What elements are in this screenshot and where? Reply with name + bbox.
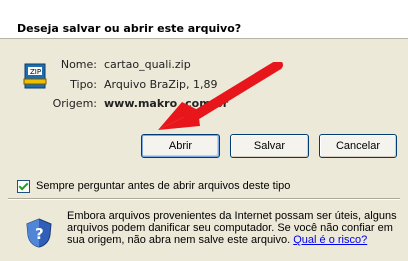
zip-file-icon: ZIP <box>23 63 47 89</box>
red-arrow-annotation <box>158 62 283 130</box>
always-ask-label[interactable]: Sempre perguntar antes de abrir arquivos… <box>36 180 290 192</box>
security-shield-icon: ? <box>26 218 52 248</box>
always-ask-checkbox-row[interactable]: Sempre perguntar antes de abrir arquivos… <box>17 178 290 194</box>
dialog-header: Deseja salvar ou abrir este arquivo? <box>0 0 408 39</box>
always-ask-checkbox[interactable] <box>17 179 30 193</box>
risk-link[interactable]: Qual é o risco? <box>293 234 367 246</box>
divider <box>8 198 400 200</box>
file-download-dialog: Deseja salvar ou abrir este arquivo? ZIP… <box>0 0 408 261</box>
name-label: Nome: <box>60 58 97 71</box>
svg-text:?: ? <box>35 225 44 243</box>
save-button[interactable]: Salvar <box>230 134 309 158</box>
open-button[interactable]: Abrir <box>141 134 220 158</box>
svg-text:ZIP: ZIP <box>30 68 41 76</box>
origin-label: Origem: <box>52 97 97 110</box>
type-label: Tipo: <box>70 78 97 91</box>
dialog-title: Deseja salvar ou abrir este arquivo? <box>17 22 242 35</box>
warning-text: Embora arquivos provenientes da Internet… <box>67 210 397 246</box>
cancel-button[interactable]: Cancelar <box>319 134 397 158</box>
